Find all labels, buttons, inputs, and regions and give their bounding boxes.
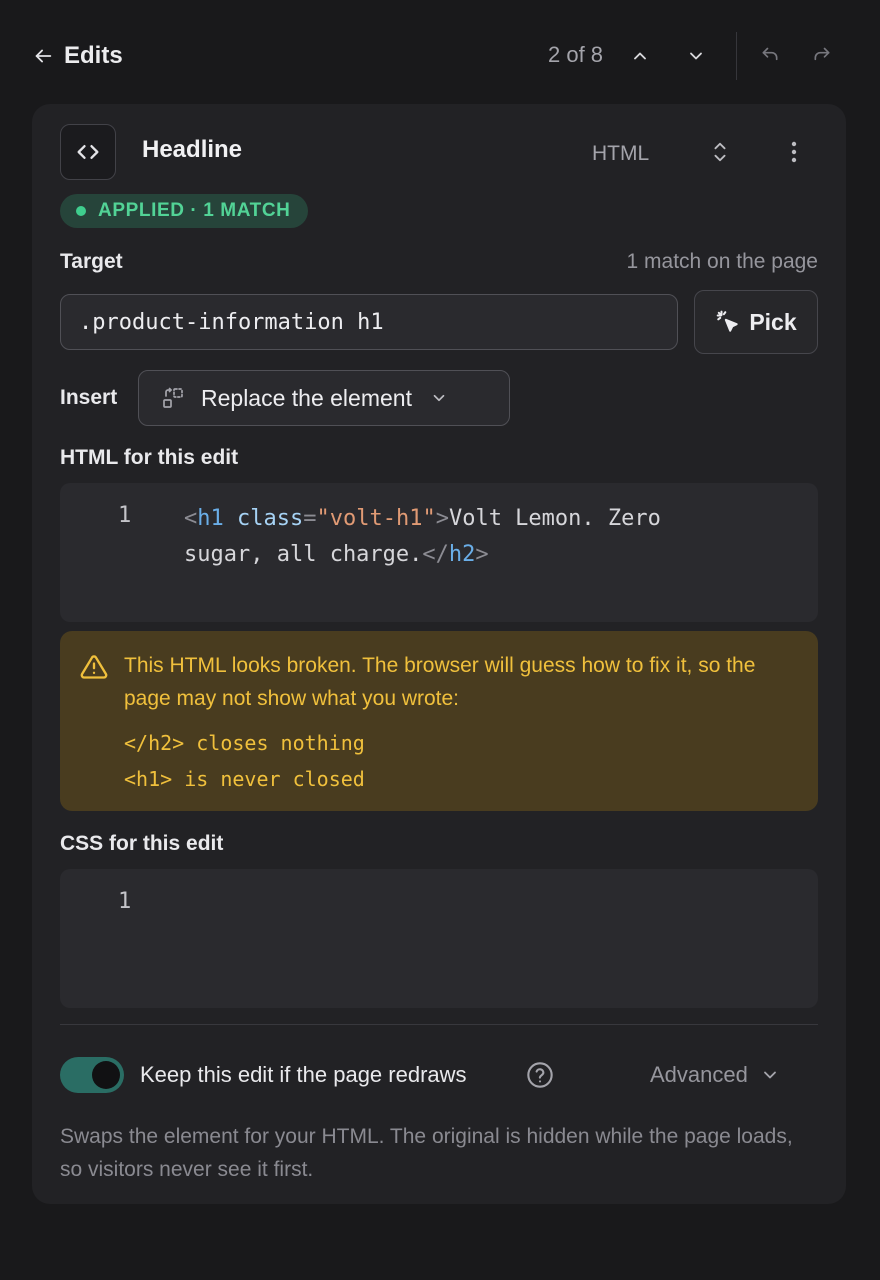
cursor-click-icon <box>717 310 739 332</box>
edit-language: HTML <box>592 142 650 165</box>
target-match-count: 1 match on the page <box>626 250 818 273</box>
redo-button[interactable] <box>804 38 840 74</box>
keep-edit-toggle[interactable] <box>60 1057 124 1093</box>
insert-mode-value: Replace the element <box>201 384 412 411</box>
edit-footnote: Swaps the element for your HTML. The ori… <box>60 1125 793 1181</box>
section-divider <box>60 1024 818 1025</box>
line-number: 1 <box>118 889 132 914</box>
code-token: "volt-h1" <box>316 506 436 531</box>
toggle-knob <box>92 1061 120 1089</box>
target-selector-input[interactable]: .product-information h1 <box>60 294 678 350</box>
warning-message: This HTML looks broken. The browser will… <box>124 654 756 710</box>
code-token: = <box>303 506 317 531</box>
html-code-editor[interactable]: 1 <h1 class="volt-h1">Volt Lemon. Zero s… <box>60 483 818 622</box>
back-label: Edits <box>64 42 123 69</box>
edit-card: Headline HTML APPLIED · 1 MATCH Target 1… <box>32 104 846 1204</box>
insert-mode-select[interactable]: Replace the element <box>138 370 510 426</box>
edit-counter: 2 of 8 <box>548 42 604 67</box>
code-token: h1 <box>197 506 224 531</box>
code-token: > <box>435 506 449 531</box>
advanced-label: Advanced <box>650 1062 748 1087</box>
arrow-left-icon <box>35 49 52 63</box>
target-label: Target <box>60 250 123 273</box>
toolbar-divider <box>736 32 737 80</box>
css-code-editor[interactable]: 1 <box>60 869 818 1008</box>
code-token: h2 <box>448 542 476 567</box>
replace-element-icon <box>163 387 183 408</box>
keep-edit-label: Keep this edit if the page redraws <box>140 1062 467 1087</box>
edit-menu-button[interactable] <box>776 134 812 170</box>
edits-header: Edits 2 of 8 <box>0 0 880 112</box>
question-circle-icon[interactable] <box>526 1061 554 1089</box>
code-token: < <box>184 506 198 531</box>
html-code-content: <h1 class="volt-h1">Volt Lemon. Zero sug… <box>184 501 744 573</box>
pick-label: Pick <box>749 308 797 335</box>
code-brackets-icon <box>77 145 99 159</box>
code-token: > <box>475 542 489 567</box>
advanced-toggle[interactable]: Advanced <box>650 1058 780 1092</box>
status-badge: APPLIED · 1 MATCH <box>60 194 309 228</box>
undo-button[interactable] <box>752 38 788 74</box>
pick-element-button[interactable]: Pick <box>694 290 818 354</box>
edit-title: Headline <box>142 136 243 163</box>
previous-edit-button[interactable] <box>622 38 658 74</box>
chevron-up-icon <box>634 52 646 60</box>
insert-label: Insert <box>60 386 118 409</box>
warning-item: <h1> is never closed <box>124 767 365 791</box>
css-editor-label: CSS for this edit <box>60 832 224 855</box>
status-dot <box>76 206 86 216</box>
more-vertical-icon <box>791 141 797 163</box>
chevron-up-down-icon <box>714 142 726 162</box>
code-token: </ <box>422 542 449 567</box>
back-button[interactable]: Edits <box>32 38 123 74</box>
chevron-down-icon <box>690 52 702 60</box>
redo-icon <box>814 47 830 61</box>
next-edit-button[interactable] <box>678 38 714 74</box>
target-selector-value: .product-information h1 <box>79 309 384 335</box>
undo-icon <box>762 47 778 61</box>
warning-triangle-icon <box>80 655 108 679</box>
broken-html-warning: This HTML looks broken. The browser will… <box>60 631 818 811</box>
line-number: 1 <box>118 503 132 528</box>
language-switch-button[interactable] <box>702 134 738 170</box>
chevron-down-icon <box>433 394 445 402</box>
warning-item: </h2> closes nothing <box>124 731 365 755</box>
edit-type-badge <box>60 124 116 180</box>
chevron-down-icon <box>763 1071 776 1079</box>
html-editor-label: HTML for this edit <box>60 446 239 469</box>
status-badge-text: APPLIED · 1 MATCH <box>98 200 291 221</box>
code-token: class <box>237 506 304 531</box>
